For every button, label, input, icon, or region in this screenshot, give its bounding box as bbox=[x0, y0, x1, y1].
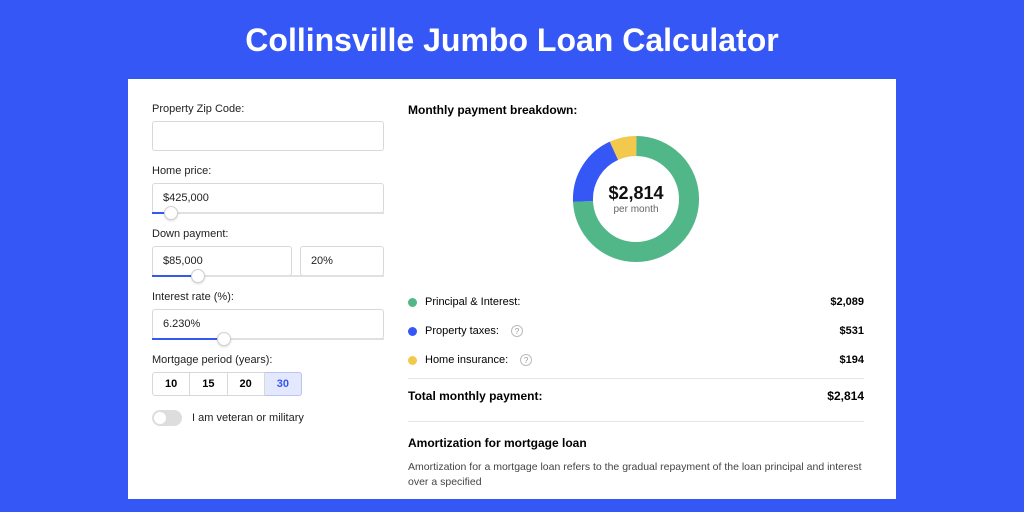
donut-amount: $2,814 bbox=[608, 183, 663, 204]
down-label: Down payment: bbox=[152, 228, 384, 240]
toggle-knob-icon bbox=[154, 412, 166, 424]
dot-icon bbox=[408, 298, 417, 307]
amortization-title: Amortization for mortgage loan bbox=[408, 436, 864, 450]
legend-row-principal: Principal & Interest: $2,089 bbox=[408, 287, 864, 316]
dot-icon bbox=[408, 356, 417, 365]
price-slider[interactable] bbox=[152, 212, 384, 214]
veteran-label: I am veteran or military bbox=[192, 412, 304, 424]
veteran-row: I am veteran or military bbox=[152, 410, 384, 426]
legend-value: $531 bbox=[840, 325, 864, 337]
form-column: Property Zip Code: Home price: Down paym… bbox=[128, 79, 408, 499]
legend-label: Property taxes: bbox=[425, 325, 499, 337]
total-value: $2,814 bbox=[827, 389, 864, 403]
rate-slider-thumb[interactable] bbox=[217, 332, 231, 346]
rate-field-group: Interest rate (%): bbox=[152, 291, 384, 340]
help-icon[interactable]: ? bbox=[511, 325, 523, 337]
zip-field-group: Property Zip Code: bbox=[152, 103, 384, 151]
veteran-toggle[interactable] bbox=[152, 410, 182, 426]
breakdown-column: Monthly payment breakdown: $2,814 per mo… bbox=[408, 79, 896, 499]
period-pill-10[interactable]: 10 bbox=[152, 372, 190, 396]
rate-label: Interest rate (%): bbox=[152, 291, 384, 303]
breakdown-title: Monthly payment breakdown: bbox=[408, 103, 864, 117]
help-icon[interactable]: ? bbox=[520, 354, 532, 366]
amortization-block: Amortization for mortgage loan Amortizat… bbox=[408, 421, 864, 489]
donut-sub: per month bbox=[613, 204, 658, 215]
amortization-text: Amortization for a mortgage loan refers … bbox=[408, 460, 864, 489]
rate-slider[interactable] bbox=[152, 338, 384, 340]
price-slider-thumb[interactable] bbox=[164, 206, 178, 220]
calculator-card: Property Zip Code: Home price: Down paym… bbox=[128, 79, 896, 499]
legend-value: $194 bbox=[840, 354, 864, 366]
down-slider-thumb[interactable] bbox=[191, 269, 205, 283]
legend-label: Home insurance: bbox=[425, 354, 508, 366]
price-label: Home price: bbox=[152, 165, 384, 177]
legend-label: Principal & Interest: bbox=[425, 296, 520, 308]
down-percent-input[interactable] bbox=[300, 246, 384, 276]
down-amount-input[interactable] bbox=[152, 246, 292, 276]
period-pills: 10 15 20 30 bbox=[152, 372, 384, 396]
page-title: Collinsville Jumbo Loan Calculator bbox=[0, 0, 1024, 79]
zip-input[interactable] bbox=[152, 121, 384, 151]
total-row: Total monthly payment: $2,814 bbox=[408, 378, 864, 403]
dot-icon bbox=[408, 327, 417, 336]
period-label: Mortgage period (years): bbox=[152, 354, 384, 366]
donut-chart-wrap: $2,814 per month bbox=[408, 129, 864, 269]
legend-row-taxes: Property taxes: ? $531 bbox=[408, 316, 864, 345]
rate-input[interactable] bbox=[152, 309, 384, 339]
total-label: Total monthly payment: bbox=[408, 389, 542, 403]
period-pill-15[interactable]: 15 bbox=[190, 372, 227, 396]
down-slider[interactable] bbox=[152, 275, 384, 277]
period-field-group: Mortgage period (years): 10 15 20 30 bbox=[152, 354, 384, 396]
price-input[interactable] bbox=[152, 183, 384, 213]
period-pill-30[interactable]: 30 bbox=[265, 372, 302, 396]
donut-chart: $2,814 per month bbox=[566, 129, 706, 269]
price-field-group: Home price: bbox=[152, 165, 384, 214]
legend-row-insurance: Home insurance: ? $194 bbox=[408, 345, 864, 374]
zip-label: Property Zip Code: bbox=[152, 103, 384, 115]
period-pill-20[interactable]: 20 bbox=[228, 372, 265, 396]
down-field-group: Down payment: bbox=[152, 228, 384, 277]
legend-value: $2,089 bbox=[830, 296, 864, 308]
